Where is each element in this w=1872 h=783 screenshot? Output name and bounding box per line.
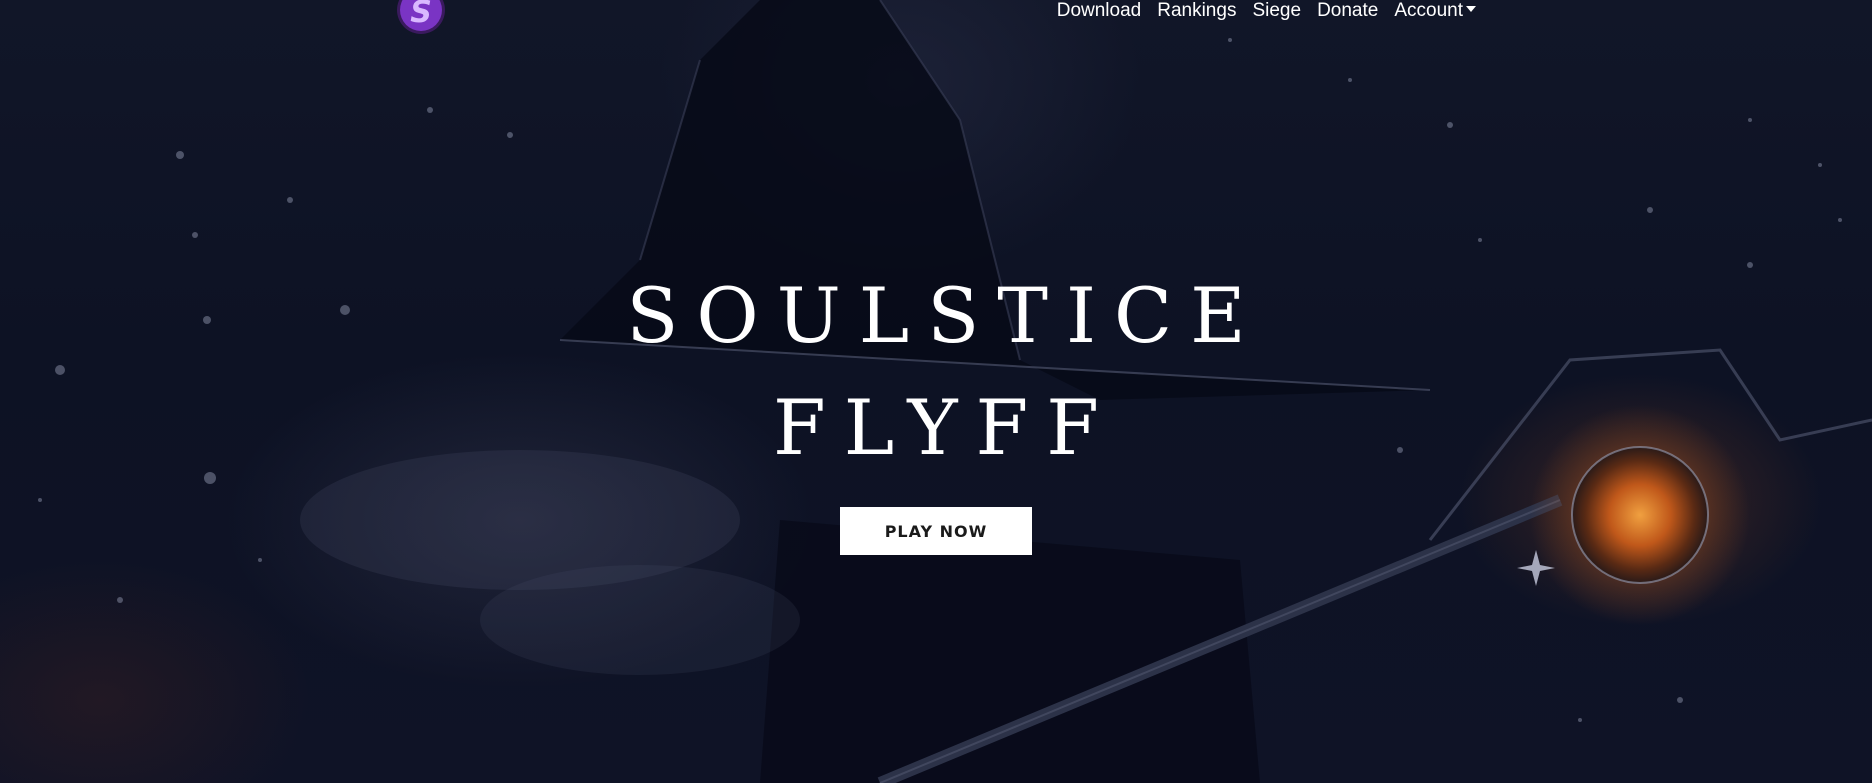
nav-link-download[interactable]: Download: [1049, 0, 1150, 22]
nav-link-donate[interactable]: Donate: [1309, 0, 1386, 22]
hero-title: SOULSTICE FLYFF: [0, 270, 1872, 474]
brand-logo-icon[interactable]: S: [394, 0, 448, 42]
top-navbar: S Download Rankings Siege Donate Account: [0, 0, 1872, 34]
hero-title-line1: SOULSTICE: [626, 271, 1264, 360]
hero-title-line2: FLYFF: [773, 383, 1117, 472]
caret-down-icon: [1466, 6, 1476, 12]
play-now-button[interactable]: PLAY NOW: [840, 507, 1032, 555]
nav-link-account[interactable]: Account: [1386, 0, 1484, 22]
svg-text:S: S: [410, 0, 432, 30]
nav-links: Download Rankings Siege Donate Account: [1049, 0, 1484, 22]
nav-link-siege[interactable]: Siege: [1244, 0, 1309, 22]
hero-section: S Download Rankings Siege Donate Account…: [0, 0, 1872, 783]
nav-link-account-label: Account: [1394, 0, 1463, 21]
nav-link-rankings[interactable]: Rankings: [1149, 0, 1244, 22]
